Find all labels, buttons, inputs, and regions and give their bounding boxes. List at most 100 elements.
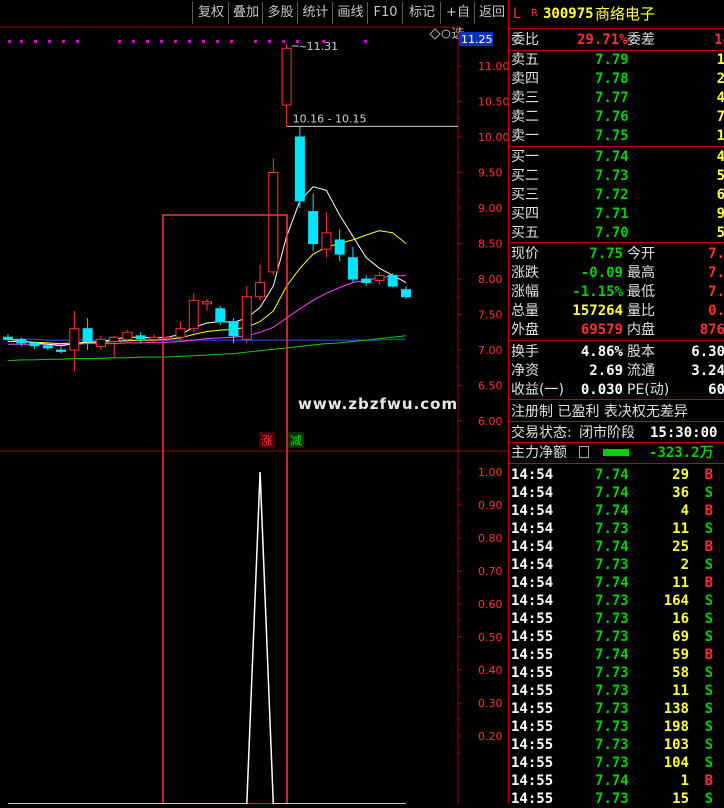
tick-time: 14:55 [511, 611, 554, 627]
current-price-label: 11.25 [461, 33, 493, 46]
fund-label: 流通 [627, 363, 655, 379]
tick-row: 14:55 7.73 69 S [509, 628, 724, 646]
tick-volume: 4 [680, 503, 689, 519]
top-marker-dot [76, 40, 79, 43]
buy-price: 7.72 [595, 187, 629, 203]
candle [228, 318, 239, 343]
tick-time: 14:55 [511, 719, 554, 735]
buy-label: 买三 [511, 187, 539, 203]
toolbar-button-1[interactable]: 叠加 [228, 2, 263, 24]
divider [509, 146, 724, 147]
buy-volume: 5 [716, 225, 724, 241]
quote-value: 69579 [580, 322, 623, 338]
list-icon[interactable] [579, 446, 589, 458]
price-tick-label: 8.50 [478, 238, 503, 251]
fund-value: 2.69 [589, 363, 623, 379]
toolbar-button-5[interactable]: F10 [367, 2, 403, 24]
quote-label: 量比 [627, 303, 655, 319]
candle-body [241, 296, 252, 340]
sell-level-row: 卖四 7.78 2 [509, 70, 724, 88]
sell-level-row: 卖二 7.76 7 [509, 108, 724, 126]
toolbar-button-0[interactable]: 复权 [192, 2, 229, 24]
fund-row: 收益(一) 0.030 PE(动) 60 [509, 381, 724, 399]
fund-label: 股本 [627, 344, 655, 360]
sell-volume: 1 [716, 128, 724, 144]
buy-level-row: 买四 7.71 9 [509, 205, 724, 223]
tick-volume: 59 [672, 647, 689, 663]
buy-price: 7.73 [595, 168, 629, 184]
tick-side: S [704, 611, 713, 627]
tick-side: S [704, 629, 713, 645]
top-marker-dot [216, 40, 219, 43]
quote-row: 外盘 69579 内盘 876 [509, 321, 724, 339]
ma120-line [8, 338, 406, 341]
top-marker-dot [48, 40, 51, 43]
tick-side: S [704, 701, 713, 717]
sell-volume: 4 [716, 90, 724, 106]
weicha-label: 委差 [627, 32, 655, 48]
candle-body [82, 328, 93, 342]
tick-price: 7.73 [595, 611, 629, 627]
tick-price: 7.73 [595, 755, 629, 771]
toolbar-button-3[interactable]: 统计 [297, 2, 333, 24]
flag-l-badge: L [513, 6, 521, 22]
tick-time: 14:54 [511, 593, 554, 609]
tick-side: S [704, 755, 713, 771]
main-fund-label: 主力净额 [511, 445, 567, 461]
toolbar-button-2[interactable]: 多股 [262, 2, 298, 24]
top-marker-dot [8, 40, 11, 43]
candle [308, 193, 319, 251]
tick-time: 14:54 [511, 467, 554, 483]
tick-volume: 11 [672, 521, 689, 537]
divider [509, 421, 724, 422]
status-label: 交易状态: [511, 425, 572, 441]
buy-volume: 4 [716, 149, 724, 165]
tick-side: B [704, 539, 713, 555]
quote-value: -0.09 [580, 265, 623, 281]
buy-label: 买一 [511, 149, 539, 165]
tick-price: 7.73 [595, 791, 629, 807]
registration-row: 注册制 已盈利 表决权无差异 [509, 403, 724, 421]
candle [16, 337, 27, 347]
tick-time: 14:55 [511, 773, 554, 789]
tick-side: B [704, 773, 713, 789]
quote-label: 总量 [511, 303, 539, 319]
candle [334, 229, 345, 262]
kline-chart[interactable]: 11.00 10.50 10.00 9.50 9.00 8.50 8.00 7.50 7.00 6… [0, 26, 508, 804]
toolbar-button-4[interactable]: 画线 [332, 2, 368, 24]
quote-label: 涨幅 [511, 284, 539, 300]
weibi-value: 29.71% [577, 32, 628, 48]
quote-value: 7. [708, 246, 724, 262]
toolbar-button-6[interactable]: 标记 [402, 2, 441, 24]
tick-time: 14:54 [511, 539, 554, 555]
toolbar-button-7[interactable]: +自选 [440, 2, 475, 42]
sell-label: 卖三 [511, 90, 539, 106]
candle-body [268, 172, 279, 273]
tick-volume: 1 [680, 773, 689, 789]
top-marker-dot [282, 40, 285, 43]
buy-level-row: 买一 7.74 4 [509, 148, 724, 166]
candle-body [401, 289, 411, 298]
top-marker-dot [268, 40, 271, 43]
tick-side: S [704, 737, 713, 753]
tick-side: S [704, 791, 713, 807]
candle [321, 211, 332, 258]
sell-label: 卖四 [511, 71, 539, 87]
tick-price: 7.73 [595, 665, 629, 681]
kline-chart-area[interactable]: 11.00 10.50 10.00 9.50 9.00 8.50 8.00 7.50 7.00 6… [0, 26, 508, 804]
candle-body [308, 211, 319, 245]
fund-value: 0.030 [580, 382, 623, 398]
ma60-line [7, 335, 407, 362]
tick-time: 14:55 [511, 791, 554, 807]
candle [387, 273, 398, 288]
weibi-row: 委比 29.71%委差 14 [509, 31, 724, 49]
osc-tick-label: 0.90 [478, 499, 503, 512]
candle-body [281, 47, 292, 106]
main-fund-row: 主力净额 -323.2万 [509, 444, 724, 462]
divider [509, 28, 724, 29]
candle-body [347, 257, 358, 280]
toolbar-button-8[interactable]: 返回 [474, 2, 509, 24]
candle-body [374, 274, 385, 281]
top-marker-dot [364, 40, 367, 43]
candle [268, 158, 279, 276]
